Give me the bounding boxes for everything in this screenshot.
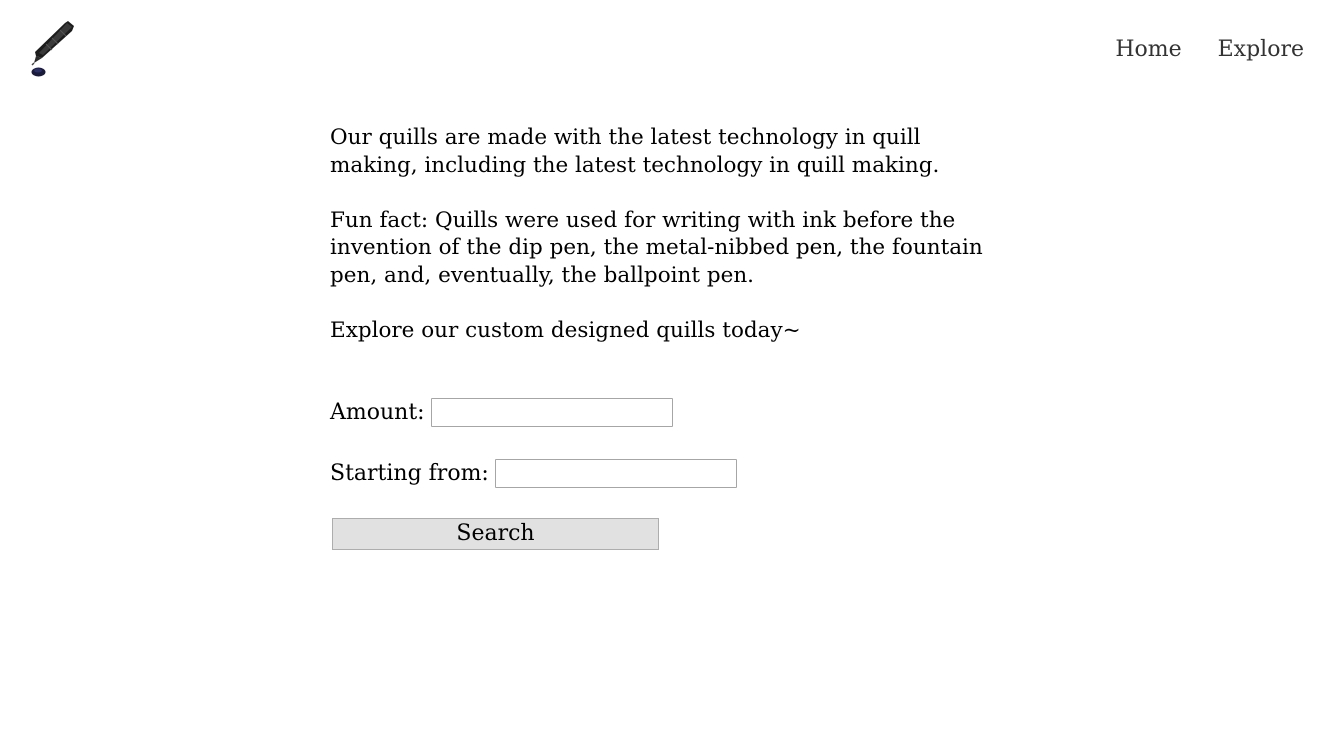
starting-from-row: Starting from:	[330, 456, 737, 490]
top-nav: Home Explore	[1115, 35, 1304, 65]
amount-label: Amount:	[330, 399, 425, 425]
intro-text: Our quills are made with the latest tech…	[330, 124, 1010, 372]
quill-pen-icon[interactable]	[22, 18, 82, 82]
nav-home-link[interactable]: Home	[1115, 35, 1181, 65]
fun-fact-paragraph: Fun fact: Quills were used for writing w…	[330, 207, 983, 288]
intro-paragraph: Our quills are made with the latest tech…	[330, 125, 940, 178]
header: Home Explore	[0, 0, 1320, 100]
search-button[interactable]: Search	[332, 518, 659, 550]
cta-paragraph: Explore our custom designed quills today…	[330, 317, 801, 343]
search-form: Amount: Starting from: Search	[330, 395, 737, 550]
amount-input[interactable]	[430, 397, 673, 427]
starting-from-label: Starting from:	[330, 460, 489, 486]
starting-from-input[interactable]	[494, 458, 737, 488]
amount-row: Amount:	[330, 395, 737, 429]
nav-explore-link[interactable]: Explore	[1218, 35, 1304, 65]
